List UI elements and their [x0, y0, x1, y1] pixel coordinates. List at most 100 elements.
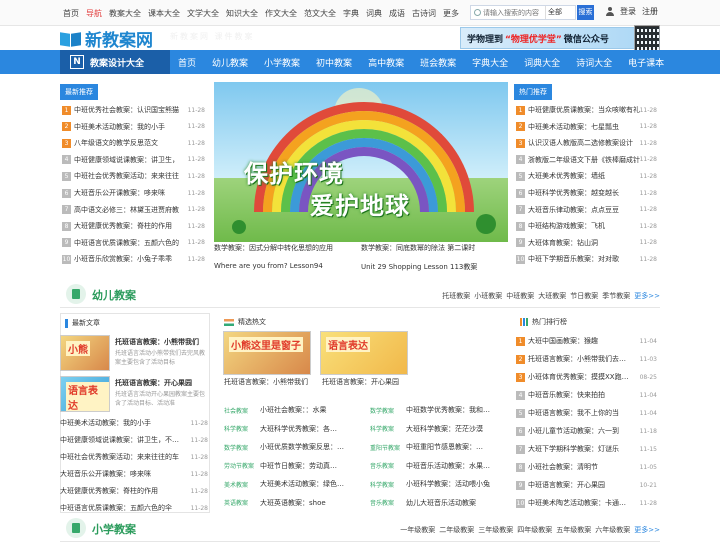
section-link[interactable]: 中班教案 [506, 291, 534, 301]
article-thumbnail[interactable]: 语言表达 [60, 376, 110, 412]
top-nav-item[interactable]: 课本大全 [148, 8, 180, 19]
nav-item[interactable]: 幼儿教案 [204, 56, 256, 69]
list-item[interactable]: 6 小班儿童节活动教案：六一到 11-18 [514, 423, 660, 439]
category-tag[interactable]: 劳动节教案 [224, 461, 260, 470]
list-item[interactable]: 5 中班社会优秀教案活动：来来往往 11-28 [60, 168, 208, 184]
section-link[interactable]: 大班教案 [538, 291, 566, 301]
top-nav-item[interactable]: 教案大全 [109, 8, 141, 19]
section-link[interactable]: 四年级教案 [517, 525, 552, 535]
list-item[interactable]: 大班健康优秀教案：脊柱的作用 11-28 [60, 483, 208, 499]
nav-item[interactable]: 首页 [170, 56, 204, 69]
top-nav-item[interactable]: 导航 [86, 8, 102, 19]
list-item[interactable]: 英语教案 大班英语教案：shoe [224, 495, 364, 511]
search-button[interactable]: 搜索 [577, 5, 594, 20]
more-link[interactable]: 更多>> [634, 525, 660, 535]
category-tag[interactable]: 美术教案 [224, 480, 260, 489]
list-item[interactable]: 音乐教案 幼儿大班音乐活动教案 [370, 495, 510, 511]
featured-caption[interactable]: 托班语言教案：小熊带我们 [224, 377, 314, 387]
search-input[interactable] [483, 6, 545, 19]
list-item[interactable]: 9 中班语言教案：开心果园 10-21 [514, 477, 660, 493]
category-tag[interactable]: 科学教案 [224, 424, 260, 433]
search-category-select[interactable]: 全部 [545, 6, 564, 19]
nav-item[interactable]: 初中教案 [308, 56, 360, 69]
top-nav-item[interactable]: 知识大全 [226, 8, 258, 19]
list-item[interactable]: 2 中班美术活动教案：七星瓢虫 11-28 [514, 119, 660, 135]
list-item[interactable]: 9 大班体育教案：钻山洞 11-28 [514, 235, 660, 251]
list-item[interactable]: 7 大班下学期科学教案：灯谜乐 11-15 [514, 441, 660, 457]
nav-home-category[interactable]: N 教案设计大全 [60, 50, 170, 74]
section-link[interactable]: 二年级教案 [439, 525, 474, 535]
list-item[interactable]: 10 小班音乐欣赏教案：小兔子乖乖 11-28 [60, 251, 208, 267]
nav-item[interactable]: 字典大全 [464, 56, 516, 69]
list-item[interactable]: 1 中班健康优质课教案：当众咳嗽有礼 11-28 [514, 102, 660, 118]
ad-banner[interactable]: 学物理到 “物理优学堂” 微信公众号 [460, 27, 660, 49]
list-item[interactable]: 8 小班社会教案：清明节 11-05 [514, 459, 660, 475]
list-item[interactable]: 中班美术活动教案：我的小手 11-28 [60, 415, 208, 431]
category-tag[interactable]: 科学教案 [370, 480, 406, 489]
category-tag[interactable]: 英语教案 [224, 498, 260, 507]
nav-item[interactable]: 电子课本 [620, 56, 672, 69]
category-tag[interactable]: 科学教案 [370, 424, 406, 433]
section-link[interactable]: 季节教案 [602, 291, 630, 301]
top-nav-item[interactable]: 词典 [366, 8, 382, 19]
list-item[interactable]: 数学教案 小班优质数学教案反思：… [224, 439, 364, 455]
nav-item[interactable]: 高中教案 [360, 56, 412, 69]
category-tag[interactable]: 重阳节教案 [370, 443, 406, 452]
list-item[interactable]: 8 中班结构游戏教案：飞机 11-28 [514, 218, 660, 234]
section-link[interactable]: 三年级教案 [478, 525, 513, 535]
list-item[interactable]: 9 中班语言优质课教案：五颜六色的 11-28 [60, 235, 208, 251]
nav-item[interactable]: 小学教案 [256, 56, 308, 69]
list-item[interactable]: 美术教案 大班美术活动教案：绿色… [224, 476, 364, 492]
category-tag[interactable]: 音乐教案 [370, 461, 406, 470]
list-item[interactable]: 5 中班语言教案：我不上你的当 11-04 [514, 405, 660, 421]
list-item[interactable]: 5 大班美术优秀教案：墙纸 11-28 [514, 168, 660, 184]
list-item[interactable]: 科学教案 小班科学教案：活动喂小兔 [370, 476, 510, 492]
list-item[interactable]: 4 中班健康领域说课教案：讲卫生， 11-28 [60, 152, 208, 168]
featured-thumbnail[interactable]: 小熊这里是窗子 [223, 331, 311, 375]
featured-caption[interactable]: 托班语言教案：开心果园 [322, 377, 412, 387]
list-item[interactable]: 4 中班音乐教案：快来拍拍 11-04 [514, 387, 660, 403]
list-item[interactable]: 科学教案 大班科学优秀教案：各… [224, 421, 364, 437]
category-tag[interactable]: 数学教案 [370, 406, 406, 415]
list-item[interactable]: 7 大班音乐律动教案：点点豆豆 11-28 [514, 202, 660, 218]
list-item[interactable]: 2 托班语言教案：小熊带我们去… 11-03 [514, 351, 660, 367]
register-link[interactable]: 注册 [642, 6, 658, 17]
list-item[interactable]: 10 中班美术陶艺活动教案：卡通… 11-28 [514, 495, 660, 511]
section-link[interactable]: 小班教案 [474, 291, 502, 301]
login-link[interactable]: 登录 [620, 6, 636, 17]
top-nav-item[interactable]: 范文大全 [304, 8, 336, 19]
list-item[interactable]: 4 浙教版二年级语文下册《铁棒磨成针 11-28 [514, 152, 660, 168]
section-link[interactable]: 一年级教案 [400, 525, 435, 535]
nav-item[interactable]: 诗词大全 [568, 56, 620, 69]
center-link[interactable]: 数学教案：同底数幂的除法 第二课时 [361, 243, 508, 253]
list-item[interactable]: 社会教案 小班社会教案：：水果 [224, 402, 364, 418]
list-item[interactable]: 中班语言优质课教案：五颜六色的伞 11-28 [60, 500, 208, 516]
top-nav-item[interactable]: 古诗词 [412, 8, 436, 19]
list-item[interactable]: 3 八年级语文的教学反思范文 11-28 [60, 135, 208, 151]
list-item[interactable]: 6 中班科学优秀教案：越变越长 11-28 [514, 185, 660, 201]
top-nav-item[interactable]: 成语 [389, 8, 405, 19]
list-item[interactable]: 10 中班下学期音乐教案：对对歌 11-28 [514, 251, 660, 267]
list-item[interactable]: 3 认识汉语人教版高二选修教案设计 11-28 [514, 135, 660, 151]
top-nav-item[interactable]: 文学大全 [187, 8, 219, 19]
top-nav-item[interactable]: 更多 [443, 8, 459, 19]
hero-banner[interactable]: 保护环境 爱护地球 [214, 82, 508, 242]
center-link[interactable]: Unit 29 Shopping Lesson 113教案 [361, 262, 508, 272]
list-item[interactable]: 3 小班体育优秀教案：摸摸XX跑… 08-25 [514, 369, 660, 385]
list-item[interactable]: 大班音乐公开课教案：哆来咪 11-28 [60, 466, 208, 482]
nav-item[interactable]: 词典大全 [516, 56, 568, 69]
article-thumbnail[interactable]: 小熊 [60, 335, 110, 371]
site-logo[interactable]: 新教案网 [60, 27, 153, 51]
top-nav-item[interactable]: 作文大全 [265, 8, 297, 19]
section-link[interactable]: 托班教案 [442, 291, 470, 301]
section-link[interactable]: 五年级教案 [556, 525, 591, 535]
category-tag[interactable]: 数学教案 [224, 443, 260, 452]
list-item[interactable]: 重阳节教案 中班重阳节感恩教案：… [370, 439, 510, 455]
article-2[interactable]: 托班语言教案：开心果园 托班语言活动开心果园教案主要包含了活动目标、活动准 [115, 378, 205, 408]
article-1[interactable]: 托班语言教案：小熊带我们 托班语言活动小熊带我们去完风教案主要包含了活动目标 [115, 337, 205, 367]
center-link[interactable]: 数学教案：因式分解中转化思想的应用 [214, 243, 361, 253]
top-nav-item[interactable]: 首页 [63, 8, 79, 19]
center-link[interactable]: Where are you from? Lesson94 [214, 262, 361, 272]
nav-item[interactable]: 班会教案 [412, 56, 464, 69]
category-tag[interactable]: 音乐教案 [370, 498, 406, 507]
